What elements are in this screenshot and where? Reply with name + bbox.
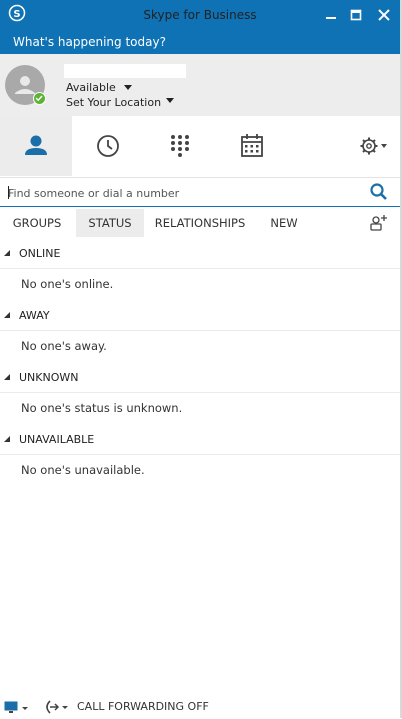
maximize-button[interactable] (345, 4, 367, 26)
close-icon (378, 9, 390, 21)
search-icon (370, 183, 387, 200)
gear-icon (360, 137, 387, 155)
location-dropdown-icon[interactable] (166, 98, 174, 103)
call-forwarding-button[interactable] (42, 699, 70, 715)
tab-new[interactable]: NEW (264, 209, 304, 237)
group-header-unavailable[interactable]: UNAVAILABLE (0, 426, 400, 455)
group-header-away[interactable]: AWAY (0, 302, 400, 331)
divider (0, 454, 400, 455)
nav-conversations[interactable] (72, 116, 144, 176)
display-name-field[interactable] (64, 64, 186, 78)
tab-status[interactable]: STATUS (76, 209, 144, 237)
tab-groups[interactable]: GROUPS (4, 209, 70, 237)
group-label: UNKNOWN (19, 371, 79, 384)
calendar-icon (241, 134, 263, 157)
nav-meetings[interactable] (216, 116, 288, 176)
group-header-online[interactable]: ONLINE (0, 240, 400, 269)
add-contact-icon (370, 215, 387, 231)
group-label: UNAVAILABLE (19, 433, 95, 446)
close-button[interactable] (373, 4, 395, 26)
search-input[interactable] (8, 184, 358, 202)
collapse-triangle-icon (4, 312, 10, 318)
presence-badge (33, 92, 46, 105)
tab-relationships[interactable]: RELATIONSHIPS (152, 209, 248, 237)
availability-dropdown-icon[interactable] (124, 85, 132, 90)
presence-area (0, 54, 400, 116)
clock-icon (97, 135, 119, 157)
divider (0, 392, 400, 393)
collapse-triangle-icon (4, 436, 10, 442)
checkmark-icon (35, 95, 43, 102)
group-empty-message: No one's online. (21, 277, 114, 291)
nav-phone[interactable] (144, 116, 216, 176)
minimize-button[interactable] (320, 4, 342, 26)
availability-label[interactable]: Available (66, 81, 116, 94)
monitor-icon (4, 701, 28, 713)
nav-options[interactable] (350, 116, 400, 176)
whats-happening-note[interactable]: What's happening today? (13, 35, 166, 49)
text-cursor (8, 186, 9, 199)
group-empty-message: No one's away. (21, 339, 107, 353)
devices-button[interactable] (4, 700, 30, 714)
nav-contacts[interactable] (0, 116, 72, 176)
divider (0, 330, 400, 331)
group-label: AWAY (19, 309, 50, 322)
group-label: ONLINE (19, 247, 61, 260)
maximize-icon (350, 9, 362, 21)
divider (0, 268, 400, 269)
group-header-unknown[interactable]: UNKNOWN (0, 364, 400, 393)
collapse-triangle-icon (4, 374, 10, 380)
add-contact-button[interactable] (368, 213, 390, 233)
call-forwarding-status[interactable]: CALL FORWARDING OFF (77, 700, 209, 713)
chevron-down-icon (381, 144, 387, 148)
person-icon (25, 135, 47, 155)
chevron-down-icon (22, 707, 28, 710)
group-empty-message: No one's unavailable. (21, 463, 145, 477)
location-label[interactable]: Set Your Location (66, 96, 161, 109)
search-button[interactable] (369, 182, 389, 202)
call-forward-icon (46, 700, 68, 714)
minimize-icon (326, 17, 336, 19)
chevron-down-icon (62, 706, 68, 709)
collapse-triangle-icon (4, 250, 10, 256)
group-empty-message: No one's status is unknown. (21, 401, 183, 415)
dialpad-icon (171, 135, 189, 157)
